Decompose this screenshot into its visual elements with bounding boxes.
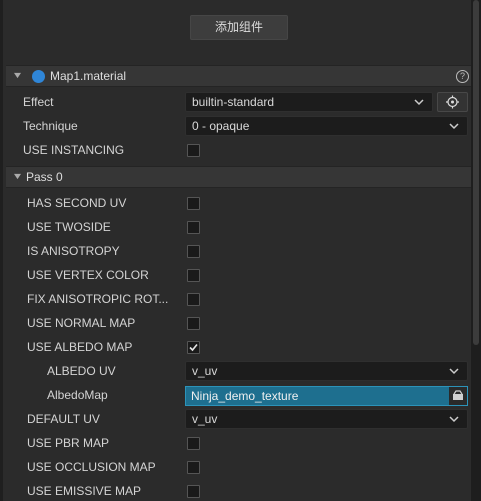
- default-uv-select[interactable]: v_uv: [185, 409, 468, 429]
- chevron-down-icon: [449, 416, 459, 423]
- effect-select[interactable]: builtin-standard: [185, 92, 433, 112]
- prop-label: USE NORMAL MAP: [27, 316, 136, 330]
- chevron-down-icon: [449, 123, 459, 130]
- locate-icon: [446, 95, 459, 109]
- prop-label: USE PBR MAP: [27, 436, 110, 450]
- use-instancing-checkbox[interactable]: [187, 144, 200, 157]
- pass-title: Pass 0: [26, 170, 63, 184]
- locate-effect-button[interactable]: [437, 92, 468, 112]
- help-icon[interactable]: ?: [456, 70, 469, 83]
- prop-checkbox[interactable]: [187, 197, 200, 210]
- prop-checkbox[interactable]: [187, 269, 200, 282]
- technique-label: Technique: [23, 119, 78, 133]
- material-section-header[interactable]: Map1.material ?: [6, 65, 472, 87]
- inspector-panel: 添加组件 Map1.material ? Effect builtin-stan…: [0, 0, 472, 501]
- effect-label: Effect: [23, 95, 54, 109]
- prop-label: USE OCCLUSION MAP: [27, 460, 156, 474]
- albedo-uv-select[interactable]: v_uv: [185, 361, 468, 381]
- prop-label: FIX ANISOTROPIC ROT...: [27, 292, 169, 306]
- scrollbar-thumb[interactable]: [473, 0, 479, 345]
- caret-down-icon[interactable]: [14, 173, 21, 180]
- albedo-map-value: Ninja_demo_texture: [191, 389, 299, 403]
- use-albedo-map-checkbox[interactable]: [187, 341, 200, 354]
- albedo-map-asset-field[interactable]: Ninja_demo_texture: [185, 386, 468, 406]
- use-instancing-label: USE INSTANCING: [23, 143, 125, 157]
- add-component-button[interactable]: 添加组件: [190, 15, 288, 40]
- prop-checkbox[interactable]: [187, 461, 200, 474]
- checkmark-icon: [189, 343, 198, 352]
- effect-value: builtin-standard: [192, 95, 275, 109]
- prop-label: IS ANISOTROPY: [27, 244, 120, 258]
- material-sphere-icon: [32, 70, 45, 83]
- albedo-uv-value: v_uv: [192, 364, 218, 378]
- prop-label: HAS SECOND UV: [27, 196, 127, 210]
- default-uv-value: v_uv: [192, 412, 218, 426]
- prop-checkbox[interactable]: [187, 437, 200, 450]
- material-title: Map1.material: [50, 69, 127, 83]
- albedo-uv-label: ALBEDO UV: [47, 364, 116, 378]
- prop-checkbox[interactable]: [187, 485, 200, 498]
- prop-label: USE VERTEX COLOR: [27, 268, 149, 282]
- prop-checkbox[interactable]: [187, 245, 200, 258]
- chevron-down-icon: [449, 368, 459, 375]
- prop-label: USE TWOSIDE: [27, 220, 111, 234]
- technique-value: 0 - opaque: [192, 119, 250, 133]
- prop-label: USE ALBEDO MAP: [27, 340, 133, 354]
- default-uv-label: DEFAULT UV: [27, 412, 100, 426]
- caret-down-icon[interactable]: [14, 72, 21, 79]
- prop-label: USE EMISSIVE MAP: [27, 484, 142, 498]
- asset-folder-icon[interactable]: [449, 387, 467, 405]
- albedo-map-label: AlbedoMap: [47, 388, 108, 402]
- chevron-down-icon: [414, 99, 424, 106]
- technique-select[interactable]: 0 - opaque: [185, 116, 468, 136]
- prop-checkbox[interactable]: [187, 221, 200, 234]
- prop-checkbox[interactable]: [187, 293, 200, 306]
- pass-section-header[interactable]: Pass 0: [6, 166, 472, 188]
- prop-checkbox[interactable]: [187, 317, 200, 330]
